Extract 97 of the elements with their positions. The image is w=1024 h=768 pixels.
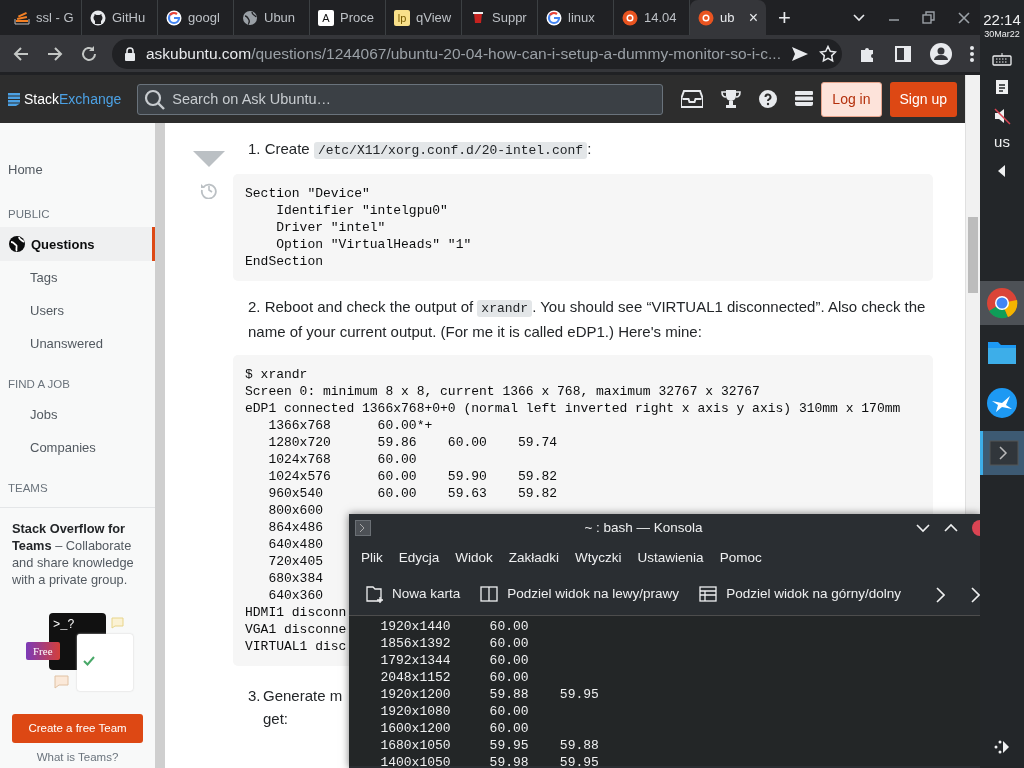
side-panel-icon[interactable] [894,44,912,63]
muted-speaker-icon[interactable] [993,106,1011,125]
forward-icon[interactable] [46,44,64,63]
nav-link[interactable]: Users [0,294,155,328]
list-item-text: 1. Create /etc/X11/xorg.conf.d/20-intel.conf : [247,139,593,161]
trophy-icon[interactable] [721,89,742,109]
promo-text: Stack Overflow for Teams – Collaborate and share knowledge with a private group. [12,519,135,588]
nav-link[interactable]: Unanswered [0,327,155,361]
what-is-teams-link[interactable]: What is Teams? [12,749,143,767]
search-icon [144,88,167,111]
chevron-down-icon[interactable] [916,521,930,535]
send-icon[interactable] [790,45,809,62]
signup-button[interactable]: Sign up [889,81,957,117]
browser-tab[interactable]: ub × [690,0,766,35]
clock-time: 22:14 [983,12,1021,28]
chevron-right-icon[interactable] [971,586,980,603]
g-logo-icon [166,9,182,26]
back-icon[interactable] [12,44,30,63]
keyboard-layout[interactable]: us [994,130,1010,153]
section-heading: FIND A JOB [7,377,71,393]
window-title: ~ : bash — Konsola [584,518,703,537]
terminal-output: 1920x1440 60.00 1856x1392 60.00 1792x1344 60.00 2048x1152 60.00 1920x1200 59.88 59.95 1920x1080 60.00 1600x1200 60.00 1680x1050 59.95 59.88 1400x1050 59.98 59.95 [349,616,980,766]
clipboard-icon[interactable] [995,77,1009,95]
speech-bubble-icon [111,616,124,629]
ring-icon [698,9,714,26]
site-logo[interactable]: StackExchange [8,88,122,110]
create-team-button[interactable]: Create a free Team [12,713,143,743]
menu-item[interactable]: Edycja [390,547,448,569]
list-item-text: get: [263,709,290,729]
terminal-icon [987,437,1020,469]
new-tab-icon [365,585,384,604]
expand-arrow-icon[interactable] [998,165,1006,177]
menu-item[interactable]: Wtyczki [567,547,630,569]
nav-link[interactable]: Jobs [0,397,155,431]
close-icon[interactable] [972,520,980,536]
cup-icon [470,9,486,26]
app-icon [355,520,371,536]
g-logo-icon [546,9,562,26]
close-tab-icon[interactable]: × [748,5,758,30]
browser-icon [986,287,1018,319]
list-item-text: 2. Reboot and check the output of xrandr . You should see “VIRTUAL1 disconnected”. Also check the name of your current output. (For me it is called eDP1.) Here's mine: [247,297,927,342]
scroll-thumb[interactable] [968,217,978,293]
clock-date: 30Mar22 [984,28,1020,41]
rows-icon [699,585,719,604]
columns-icon [480,585,500,604]
tab-favicon: A [318,9,334,26]
menu-item[interactable]: Widok [447,547,501,569]
terminal-window[interactable] [349,514,980,768]
menu-item[interactable]: Ustawienia [629,547,712,569]
nav-link[interactable]: Questions [0,227,155,262]
list-number: 3. [248,686,262,706]
nav-link[interactable]: Home [0,153,155,186]
cat-icon [90,9,106,26]
help-icon[interactable] [759,90,778,108]
more-icon[interactable] [970,44,974,63]
speech-bubble-icon [54,674,69,689]
profile-icon[interactable] [930,42,952,65]
globe-icon [8,235,26,254]
toolbar-button[interactable]: Nowa karta [357,580,469,609]
checklist-card [77,633,133,691]
prompt-text: >_? [53,616,75,634]
menu-item[interactable]: Plik [353,547,391,569]
section-heading: TEAMS [7,480,49,496]
section-heading: PUBLIC [7,207,51,222]
nav-link[interactable]: Tags [0,261,155,295]
url-text: askubuntu.com/questions/1244067/ubuntu-20-04-how-can-i-setup-a-dummy-monitor-so-i-c... [146,43,781,64]
globe-icon [242,9,258,26]
dashed-arrow-icon[interactable] [993,738,1011,756]
nav-link[interactable]: Companies [0,430,155,464]
scrollbar[interactable] [965,75,980,514]
tab-favicon: lp [394,9,410,26]
stack-menu-icon[interactable] [795,91,814,107]
taskbar-app[interactable] [980,281,1024,325]
chevron-right-icon[interactable] [935,586,945,603]
menu-item[interactable]: Zakładki [500,547,568,569]
address-bar[interactable]: askubuntu.com/questions/1244067/ubuntu-20-04-how-can-i-setup-a-dummy-monitor-so-i-c... [112,38,842,69]
list-item-text: Generate m [263,686,343,706]
check-icon [83,655,95,666]
toolbar-button[interactable]: Podziel widok na lewy/prawy [472,580,688,609]
menu-item[interactable]: Pomoc [711,547,770,569]
new-tab-button[interactable]: + [778,1,791,34]
restore-icon[interactable] [922,10,936,25]
code-block: Section "Device" Identifier "intelgpu0" Driver "intel" Option "VirtualHeads" "1" EndSection [233,174,933,281]
inbox-icon[interactable] [681,90,704,108]
keyboard-icon[interactable] [992,51,1012,66]
ring-icon [622,9,638,26]
toolbar-button[interactable]: Podziel widok na górny/dolny [691,580,909,609]
bird-icon [986,387,1018,419]
login-button[interactable]: Log in [821,81,882,117]
free-badge: Free [26,641,60,661]
search-field[interactable]: Search on Ask Ubuntu… [137,83,664,115]
lock-icon [124,46,136,61]
star-icon[interactable] [818,44,837,63]
stack-icon [14,9,30,26]
reload-icon[interactable] [80,44,98,63]
close-icon[interactable] [958,11,970,24]
stack-menu-icon [8,92,20,106]
